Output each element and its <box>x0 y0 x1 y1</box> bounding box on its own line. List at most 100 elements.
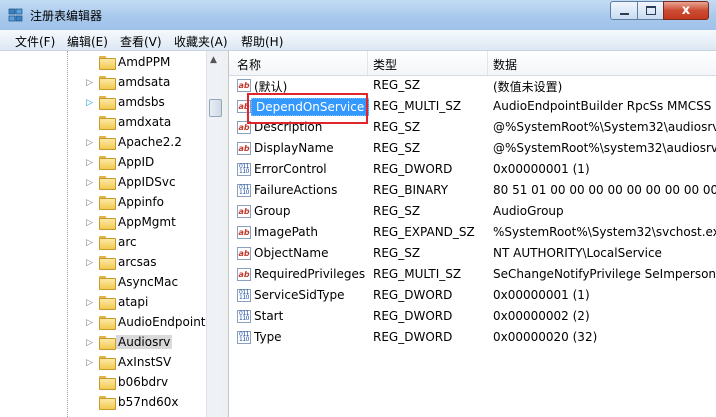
value-data: @%SystemRoot%\System32\audiosrv <box>493 120 716 134</box>
tree-scrollbar[interactable]: ▲ <box>206 51 223 417</box>
tree-item-label: amdsbs <box>118 95 165 109</box>
string-value-icon: ab <box>237 247 251 260</box>
tree-item[interactable]: amdxata <box>0 113 206 133</box>
maximize-button[interactable] <box>637 1 664 20</box>
value-type: REG_SZ <box>373 120 421 134</box>
tree-item[interactable]: ▷ AudioEndpoint <box>0 313 206 333</box>
tree-item[interactable]: ▷ Apache2.2 <box>0 133 206 153</box>
expand-arrow-icon[interactable]: ▷ <box>86 357 93 369</box>
binary-value-icon: 011 110 <box>237 289 251 302</box>
tree-item-label: AudioEndpoint <box>118 315 206 329</box>
tree-item[interactable]: ▷ arc <box>0 233 206 253</box>
menu-bar: 文件(F) 编辑(E) 查看(V) 收藏夹(A) 帮助(H) <box>0 30 716 51</box>
expand-arrow-icon[interactable]: ▷ <box>86 217 93 229</box>
tree-item-label: AppMgmt <box>118 215 176 229</box>
tree-item-label: amdsata <box>118 75 171 89</box>
title-bar: 注册表编辑器 x <box>0 0 716 30</box>
folder-icon <box>99 296 116 310</box>
value-name: ImagePath <box>254 225 318 239</box>
value-row[interactable]: 011 110 FailureActions REG_BINARY 80 51 01 … <box>229 181 716 202</box>
expand-arrow-icon[interactable]: ▷ <box>86 77 93 89</box>
value-row[interactable]: ab ImagePath REG_EXPAND_SZ %SystemRoot%\Sys… <box>229 223 716 244</box>
column-header-type[interactable]: 类型 <box>373 56 397 73</box>
value-row[interactable]: ab ObjectName REG_SZ NT AUTHORITY\LocalServ… <box>229 244 716 265</box>
value-data: AudioGroup <box>493 204 564 218</box>
value-row[interactable]: ab DisplayName REG_SZ @%SystemRoot%\system3… <box>229 139 716 160</box>
expand-arrow-icon[interactable]: ▷ <box>86 337 93 349</box>
menu-help[interactable]: 帮助(H) <box>241 33 283 50</box>
value-row[interactable]: 011 110 ErrorControl REG_DWORD 0x00000001 (… <box>229 160 716 181</box>
column-header-name[interactable]: 名称 <box>237 56 261 73</box>
minimize-button[interactable] <box>610 1 638 20</box>
expand-arrow-icon[interactable]: ▷ <box>86 317 93 329</box>
value-name: RequiredPrivileges <box>254 267 366 281</box>
value-data: AudioEndpointBuilder RpcSs MMCSS <box>493 99 712 113</box>
tree-item[interactable]: ▷ arcsas <box>0 253 206 273</box>
menu-file[interactable]: 文件(F) <box>15 33 55 50</box>
expand-arrow-icon[interactable]: ▷ <box>86 157 93 169</box>
value-name: FailureActions <box>254 183 338 197</box>
tree-item-label: atapi <box>118 295 149 309</box>
value-row[interactable]: 011 110 Start REG_DWORD 0x00000002 (2) <box>229 307 716 328</box>
value-type: REG_DWORD <box>373 309 453 323</box>
value-row[interactable]: ab Group REG_SZ AudioGroup <box>229 202 716 223</box>
expand-arrow-icon[interactable]: ▷ <box>86 257 93 269</box>
column-divider[interactable] <box>487 51 488 75</box>
tree-item[interactable]: ▷ Appinfo <box>0 193 206 213</box>
tree-item[interactable]: b06bdrv <box>0 373 206 393</box>
column-header-data[interactable]: 数据 <box>493 56 517 73</box>
tree-item[interactable]: ▷ amdsbs <box>0 93 206 113</box>
tree-item-label: AppID <box>118 155 155 169</box>
tree-item-label: b57nd60x <box>118 395 179 409</box>
binary-value-icon: 011 110 <box>237 184 251 197</box>
tree-item[interactable]: b57nd60x <box>0 393 206 413</box>
value-name: DisplayName <box>254 141 334 155</box>
tree-item[interactable]: ▷ AppID <box>0 153 206 173</box>
value-type: REG_MULTI_SZ <box>373 267 462 281</box>
scroll-up-icon[interactable]: ▲ <box>210 55 217 65</box>
value-type: REG_DWORD <box>373 288 453 302</box>
registry-key-tree[interactable]: AmdPPM ▷ amdsata ▷ amdsbs amdxata ▷ Apache2.2 ▷ A… <box>0 51 223 417</box>
value-type: REG_MULTI_SZ <box>373 99 462 113</box>
scrollbar-thumb[interactable] <box>209 99 222 117</box>
tree-item[interactable]: ▷ AxInstSV <box>0 353 206 373</box>
value-data: 80 51 01 00 00 00 00 00 00 00 00 00 <box>493 183 716 197</box>
menu-view[interactable]: 查看(V) <box>120 33 162 50</box>
close-icon: x <box>681 3 691 18</box>
value-name: ServiceSidType <box>254 288 345 302</box>
value-type: REG_SZ <box>373 204 421 218</box>
expand-arrow-icon[interactable]: ▷ <box>86 297 93 309</box>
tree-item-label: arcsas <box>118 255 157 269</box>
menu-edit[interactable]: 编辑(E) <box>67 33 108 50</box>
folder-icon <box>99 176 116 190</box>
folder-icon <box>99 216 116 230</box>
expand-arrow-icon[interactable]: ▷ <box>86 137 93 149</box>
expand-arrow-icon[interactable]: ▷ <box>86 197 93 209</box>
column-divider[interactable] <box>367 51 368 75</box>
value-row[interactable]: 011 110 ServiceSidType REG_DWORD 0x00000001… <box>229 286 716 307</box>
tree-item-label: AppIDSvc <box>118 175 176 189</box>
close-button[interactable]: x <box>663 1 709 20</box>
value-data: 0x00000001 (1) <box>493 288 590 302</box>
binary-value-icon: 011 110 <box>237 163 251 176</box>
value-row[interactable]: ab RequiredPrivileges REG_MULTI_SZ SeChange… <box>229 265 716 286</box>
tree-item[interactable]: ▷ AppIDSvc <box>0 173 206 193</box>
tree-item[interactable]: ▷ amdsata <box>0 73 206 93</box>
tree-item[interactable]: AmdPPM <box>0 53 206 73</box>
expand-arrow-icon[interactable]: ▷ <box>86 177 93 189</box>
expand-arrow-icon[interactable]: ▷ <box>86 237 93 249</box>
tree-item[interactable]: ▷ Audiosrv <box>0 333 206 353</box>
tree-item-label: AxInstSV <box>118 355 172 369</box>
value-type: REG_SZ <box>373 78 421 92</box>
tree-item[interactable]: ▷ atapi <box>0 293 206 313</box>
folder-icon <box>99 196 116 210</box>
annotation-highlight-box <box>247 93 368 124</box>
folder-icon <box>99 396 116 410</box>
tree-item[interactable]: ▷ AppMgmt <box>0 213 206 233</box>
menu-favorites[interactable]: 收藏夹(A) <box>174 33 228 50</box>
value-data: 0x00000002 (2) <box>493 309 590 323</box>
tree-item-label: b06bdrv <box>118 375 169 389</box>
expand-arrow-icon[interactable]: ▷ <box>86 97 93 109</box>
tree-item[interactable]: AsyncMac <box>0 273 206 293</box>
value-row[interactable]: 011 110 Type REG_DWORD 0x00000020 (32) <box>229 328 716 349</box>
